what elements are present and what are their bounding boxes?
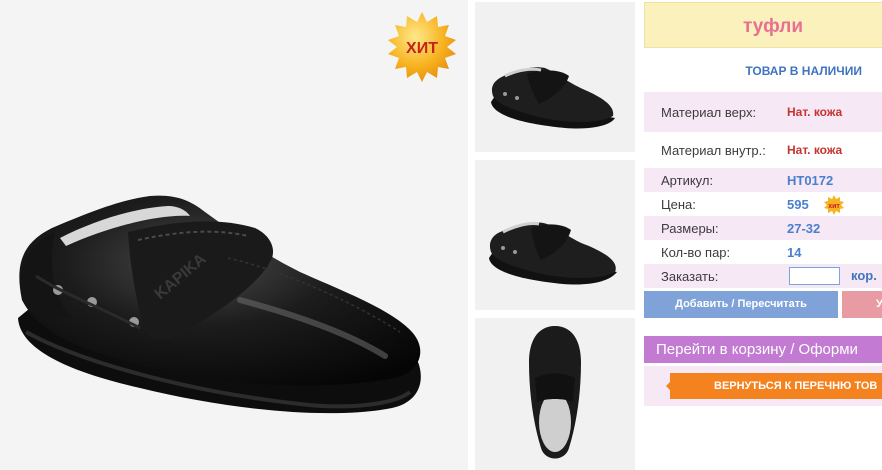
product-info-panel: туфли ТОВАР В НАЛИЧИИ Материал верх: Нат… xyxy=(642,0,882,470)
spec-label: Цена: xyxy=(661,197,696,212)
delete-button[interactable]: У xyxy=(842,291,882,318)
spec-row-material-top: Материал верх: Нат. кожа xyxy=(644,92,882,132)
order-quantity-input[interactable] xyxy=(789,267,840,285)
main-product-photo[interactable]: KAPIKA ХИТ xyxy=(0,0,468,470)
hit-small-badge: хит xyxy=(824,195,844,215)
spec-value: Нат. кожа xyxy=(787,105,843,119)
spec-label: Материал внутр.: xyxy=(661,143,766,158)
sizes-value: 27-32 xyxy=(787,221,821,236)
spec-row-pairs: Кол-во пар: 14 xyxy=(644,240,882,264)
title-box: туфли xyxy=(644,2,882,48)
pairs-value: 14 xyxy=(787,245,802,260)
spec-label: Артикул: xyxy=(661,173,714,188)
thumbnail-1[interactable] xyxy=(475,2,635,152)
thumbnail-2[interactable] xyxy=(475,160,635,310)
order-label: Заказать: xyxy=(661,269,719,284)
add-recalculate-button[interactable]: Добавить / Пересчитать xyxy=(644,291,838,318)
shoe-thumb-side-1 xyxy=(491,67,615,129)
hit-badge-label: ХИТ xyxy=(406,40,438,57)
hit-badge: ХИТ xyxy=(388,12,456,82)
product-title: туфли xyxy=(743,16,803,37)
spec-row-material-inner: Материал внутр.: Нат. кожа xyxy=(644,132,882,168)
shoe-thumb-top xyxy=(529,326,581,459)
price-value: 595 xyxy=(787,197,809,212)
back-to-list-button[interactable]: ВЕРНУТЬСЯ К ПЕРЕЧНЮ ТОВ xyxy=(670,373,882,399)
spec-row-article: Артикул: НТ0172 xyxy=(644,168,882,192)
back-row: ВЕРНУТЬСЯ К ПЕРЕЧНЮ ТОВ xyxy=(644,366,882,406)
go-to-cart-link[interactable]: Перейти в корзину / Оформи xyxy=(644,336,882,363)
spec-label: Материал верх: xyxy=(661,105,757,120)
hit-small-label: хит xyxy=(828,203,840,210)
shoe-thumb-side-2 xyxy=(489,222,617,285)
spec-value: Нат. кожа xyxy=(787,143,843,157)
stock-status: ТОВАР В НАЛИЧИИ xyxy=(745,64,862,78)
thumbnail-3[interactable] xyxy=(475,318,635,470)
spec-label: Размеры: xyxy=(661,221,719,236)
spec-row-order: Заказать: кор. xyxy=(644,264,882,288)
spec-row-price: Цена: 595 хит xyxy=(644,192,882,216)
article-value: НТ0172 xyxy=(787,173,834,188)
spec-row-sizes: Размеры: 27-32 xyxy=(644,216,882,240)
order-unit: кор. xyxy=(851,268,877,283)
spec-label: Кол-во пар: xyxy=(661,245,731,260)
